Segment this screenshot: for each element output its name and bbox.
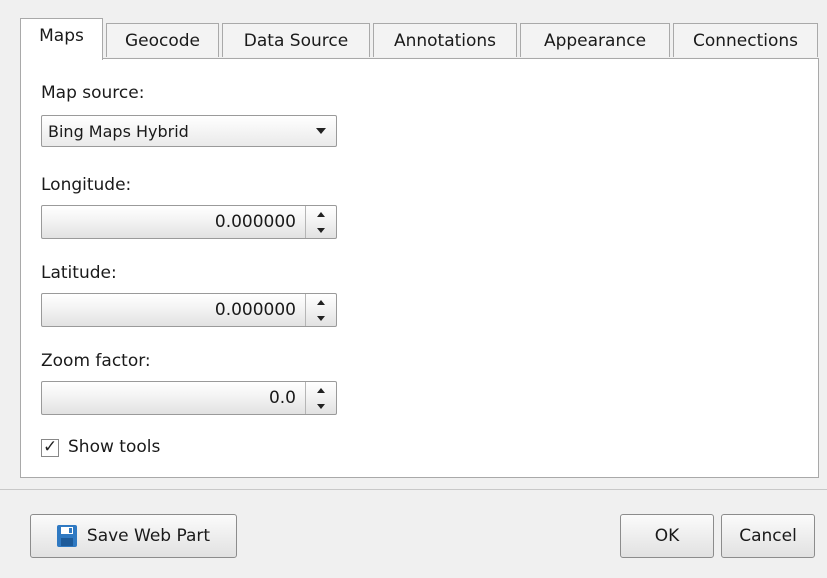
map-source-label: Map source:: [41, 83, 145, 103]
zoom-factor-stepper[interactable]: 0.0: [41, 381, 337, 415]
zoom-factor-value: 0.0: [268, 388, 296, 408]
arrow-down-icon[interactable]: [306, 310, 336, 326]
arrow-up-icon[interactable]: [306, 294, 336, 310]
cancel-button[interactable]: Cancel: [721, 514, 815, 558]
tab-bar: Maps Geocode Data Source Annotations App…: [20, 18, 820, 60]
tab-annotations[interactable]: Annotations: [373, 23, 517, 57]
tab-appearance[interactable]: Appearance: [520, 23, 670, 57]
checkmark-icon: ✓: [43, 437, 58, 457]
show-tools-checkbox[interactable]: ✓: [41, 437, 59, 457]
save-web-part-label: Save Web Part: [86, 526, 211, 546]
longitude-stepper[interactable]: 0.000000: [41, 205, 337, 239]
chevron-down-icon[interactable]: [306, 116, 336, 146]
latitude-stepper[interactable]: 0.000000: [41, 293, 337, 327]
arrow-up-icon[interactable]: [306, 206, 336, 222]
map-source-select[interactable]: Bing Maps Hybrid: [41, 115, 337, 147]
tab-data-source[interactable]: Data Source: [222, 23, 370, 57]
longitude-label: Longitude:: [41, 175, 132, 195]
maps-panel: Map source: Bing Maps Hybrid Longitude: …: [20, 58, 819, 478]
latitude-label: Latitude:: [41, 263, 117, 283]
arrow-down-icon[interactable]: [306, 398, 336, 414]
longitude-spin-buttons: [305, 206, 336, 238]
cancel-label: Cancel: [739, 526, 797, 546]
map-source-value: Bing Maps Hybrid: [48, 122, 189, 141]
longitude-value: 0.000000: [214, 212, 296, 232]
zoom-spin-buttons: [305, 382, 336, 414]
latitude-value: 0.000000: [214, 300, 296, 320]
ok-label: OK: [654, 526, 680, 546]
ok-button[interactable]: OK: [620, 514, 714, 558]
tab-geocode[interactable]: Geocode: [106, 23, 219, 57]
show-tools-label[interactable]: Show tools: [68, 437, 160, 457]
tab-connections[interactable]: Connections: [673, 23, 818, 57]
arrow-up-icon[interactable]: [306, 382, 336, 398]
footer-divider: [0, 489, 827, 490]
tab-maps[interactable]: Maps: [20, 18, 103, 60]
floppy-disk-icon: [56, 525, 77, 547]
arrow-down-icon[interactable]: [306, 222, 336, 238]
zoom-factor-label: Zoom factor:: [41, 351, 151, 371]
save-web-part-button[interactable]: Save Web Part: [30, 514, 237, 558]
latitude-spin-buttons: [305, 294, 336, 326]
